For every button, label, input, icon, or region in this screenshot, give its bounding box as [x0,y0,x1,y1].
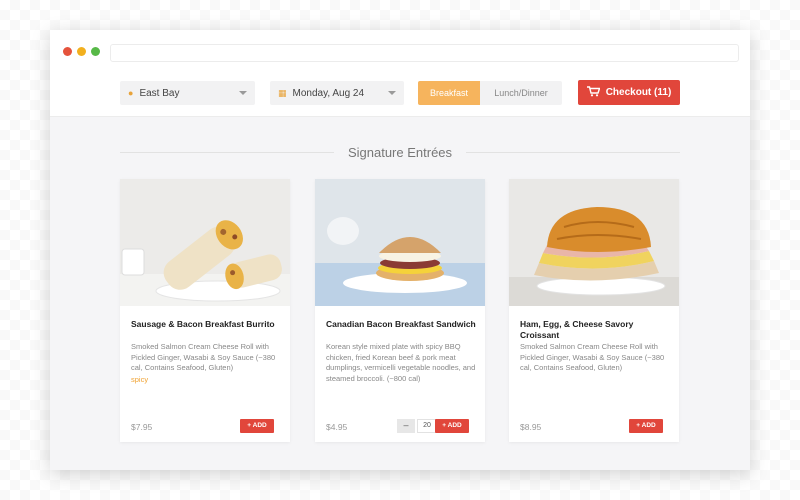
add-button[interactable]: + ADD [629,419,663,433]
maximize-window-button[interactable] [91,47,100,56]
item-name: Ham, Egg, & Cheese Savory Croissant [520,319,634,340]
filter-toolbar: ● East Bay ▦ Monday, Aug 24 Breakfast Lu… [50,70,750,117]
tab-lunch-dinner[interactable]: Lunch/Dinner [480,81,562,105]
meal-toggle: Breakfast Lunch/Dinner [418,81,562,105]
tab-breakfast[interactable]: Breakfast [418,81,480,105]
item-description: Smoked Salmon Cream Cheese Roll with Pic… [520,342,665,372]
quantity-decrease-button[interactable]: – [397,419,415,433]
spicy-tag: spicy [131,375,149,384]
location-value: East Bay [139,87,180,99]
section-header: Signature Entrées [120,142,681,162]
browser-window: ● East Bay ▦ Monday, Aug 24 Breakfast Lu… [50,30,750,470]
item-description: Korean style mixed plate with spicy BBQ … [326,342,476,383]
food-image-burrito [120,179,290,306]
date-value: Monday, Aug 24 [292,87,365,99]
location-select[interactable]: ● East Bay [120,81,255,105]
checkout-label: Checkout (11) [605,87,672,98]
item-price: $4.95 [326,422,348,432]
minimize-window-button[interactable] [77,47,86,56]
divider [466,151,681,153]
menu-item-card: Canadian Bacon Breakfast Sandwich Korean… [315,179,485,442]
food-image-croissant [509,179,679,306]
window-titlebar [50,30,750,71]
quantity-input[interactable]: 20 [417,419,437,433]
date-select[interactable]: ▦ Monday, Aug 24 [270,81,404,105]
close-window-button[interactable] [63,47,72,56]
item-name: Sausage & Bacon Breakfast Burrito [131,319,275,329]
calendar-icon: ▦ [278,87,287,98]
shopping-cart-icon [586,85,601,100]
address-bar[interactable] [110,44,739,62]
chevron-down-icon [239,91,247,95]
checkout-button[interactable]: Checkout (11) [578,80,680,105]
add-button[interactable]: + ADD [240,419,274,433]
item-description: Smoked Salmon Cream Cheese Roll with Pic… [131,342,276,372]
divider [120,151,334,153]
menu-item-card: Sausage & Bacon Breakfast Burrito Smoked… [120,179,290,442]
add-button[interactable]: + ADD [435,419,469,433]
section-title: Signature Entrées [347,144,453,160]
map-pin-icon: ● [128,88,134,98]
item-price: $8.95 [520,422,542,432]
chevron-down-icon [388,91,396,95]
item-name: Canadian Bacon Breakfast Sandwich [326,319,476,329]
menu-item-card: Ham, Egg, & Cheese Savory Croissant Smok… [509,179,679,442]
item-price: $7.95 [131,422,153,432]
food-image-sandwich [315,179,485,306]
